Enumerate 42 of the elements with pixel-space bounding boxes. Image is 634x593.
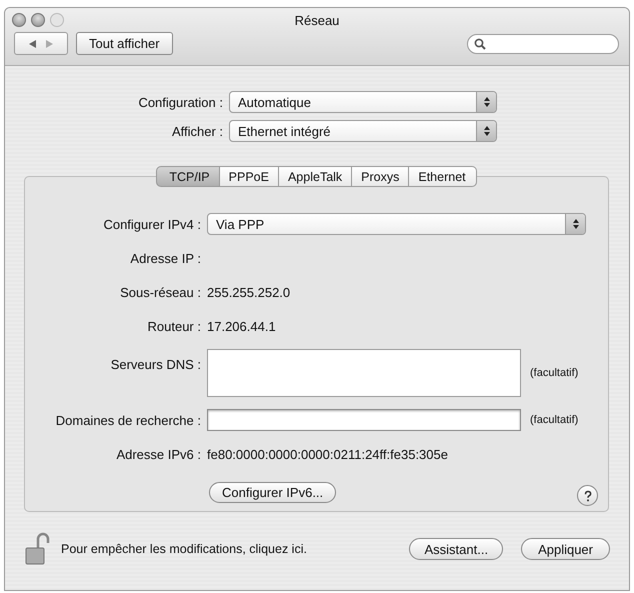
field-label: Sous-réseau : bbox=[119, 284, 201, 302]
optional-note: (facultatif) bbox=[530, 367, 578, 379]
minimize-button[interactable] bbox=[31, 13, 45, 27]
field-label: Afficher : bbox=[170, 124, 223, 138]
navigation-buttons[interactable] bbox=[14, 32, 68, 55]
field-label: Serveurs DNS : bbox=[110, 356, 201, 374]
back-arrow-icon[interactable] bbox=[28, 38, 38, 48]
search-field[interactable] bbox=[467, 34, 619, 54]
field-label: Routeur : bbox=[146, 318, 201, 336]
field-label: Adresse IP : bbox=[129, 250, 201, 268]
tab[interactable]: AppleTalk bbox=[278, 166, 352, 187]
close-button[interactable] bbox=[12, 13, 26, 27]
field-label: Domaines de recherche : bbox=[54, 412, 201, 430]
forward-arrow-icon[interactable] bbox=[44, 38, 54, 48]
field-value: fe80:0000:0000:0000:0211:24ff:fe35:305e bbox=[207, 446, 448, 462]
stepper-arrows-icon bbox=[565, 214, 585, 234]
stepper-arrows-icon bbox=[476, 92, 496, 112]
tab[interactable]: TCP/IP bbox=[156, 166, 220, 187]
tab[interactable]: PPPoE bbox=[220, 166, 279, 187]
popup-menu[interactable]: Ethernet intégré bbox=[229, 120, 497, 142]
field-label: Adresse IPv6 : bbox=[115, 446, 201, 464]
lock-message: Pour empêcher les modifications, cliquez ici. bbox=[61, 542, 307, 556]
search-domains-field[interactable] bbox=[207, 409, 521, 431]
stepper-arrows-icon bbox=[476, 121, 496, 141]
field-label: Configurer IPv4 : bbox=[102, 216, 201, 234]
field-value: 255.255.252.0 bbox=[207, 284, 290, 300]
tab[interactable]: Ethernet bbox=[409, 166, 477, 187]
dns-servers-field[interactable] bbox=[207, 349, 521, 397]
show-all-button[interactable]: Tout afficher bbox=[76, 32, 173, 55]
footer-button[interactable]: Assistant... bbox=[409, 538, 504, 560]
configure-ipv6-button[interactable]: Configurer IPv6... bbox=[209, 482, 336, 503]
search-icon bbox=[474, 38, 486, 50]
window-title: Réseau bbox=[294, 12, 340, 28]
help-button[interactable] bbox=[577, 485, 598, 506]
footer-button[interactable]: Appliquer bbox=[521, 538, 610, 560]
tab[interactable]: Proxys bbox=[352, 166, 410, 187]
field-value: 17.206.44.1 bbox=[207, 318, 276, 334]
popup-menu[interactable]: Automatique bbox=[229, 91, 497, 113]
field-label: Configuration : bbox=[137, 94, 223, 110]
padlock-icon[interactable] bbox=[25, 532, 51, 566]
optional-note: (facultatif) bbox=[530, 414, 578, 426]
popup-menu[interactable]: Via PPP bbox=[207, 213, 586, 235]
